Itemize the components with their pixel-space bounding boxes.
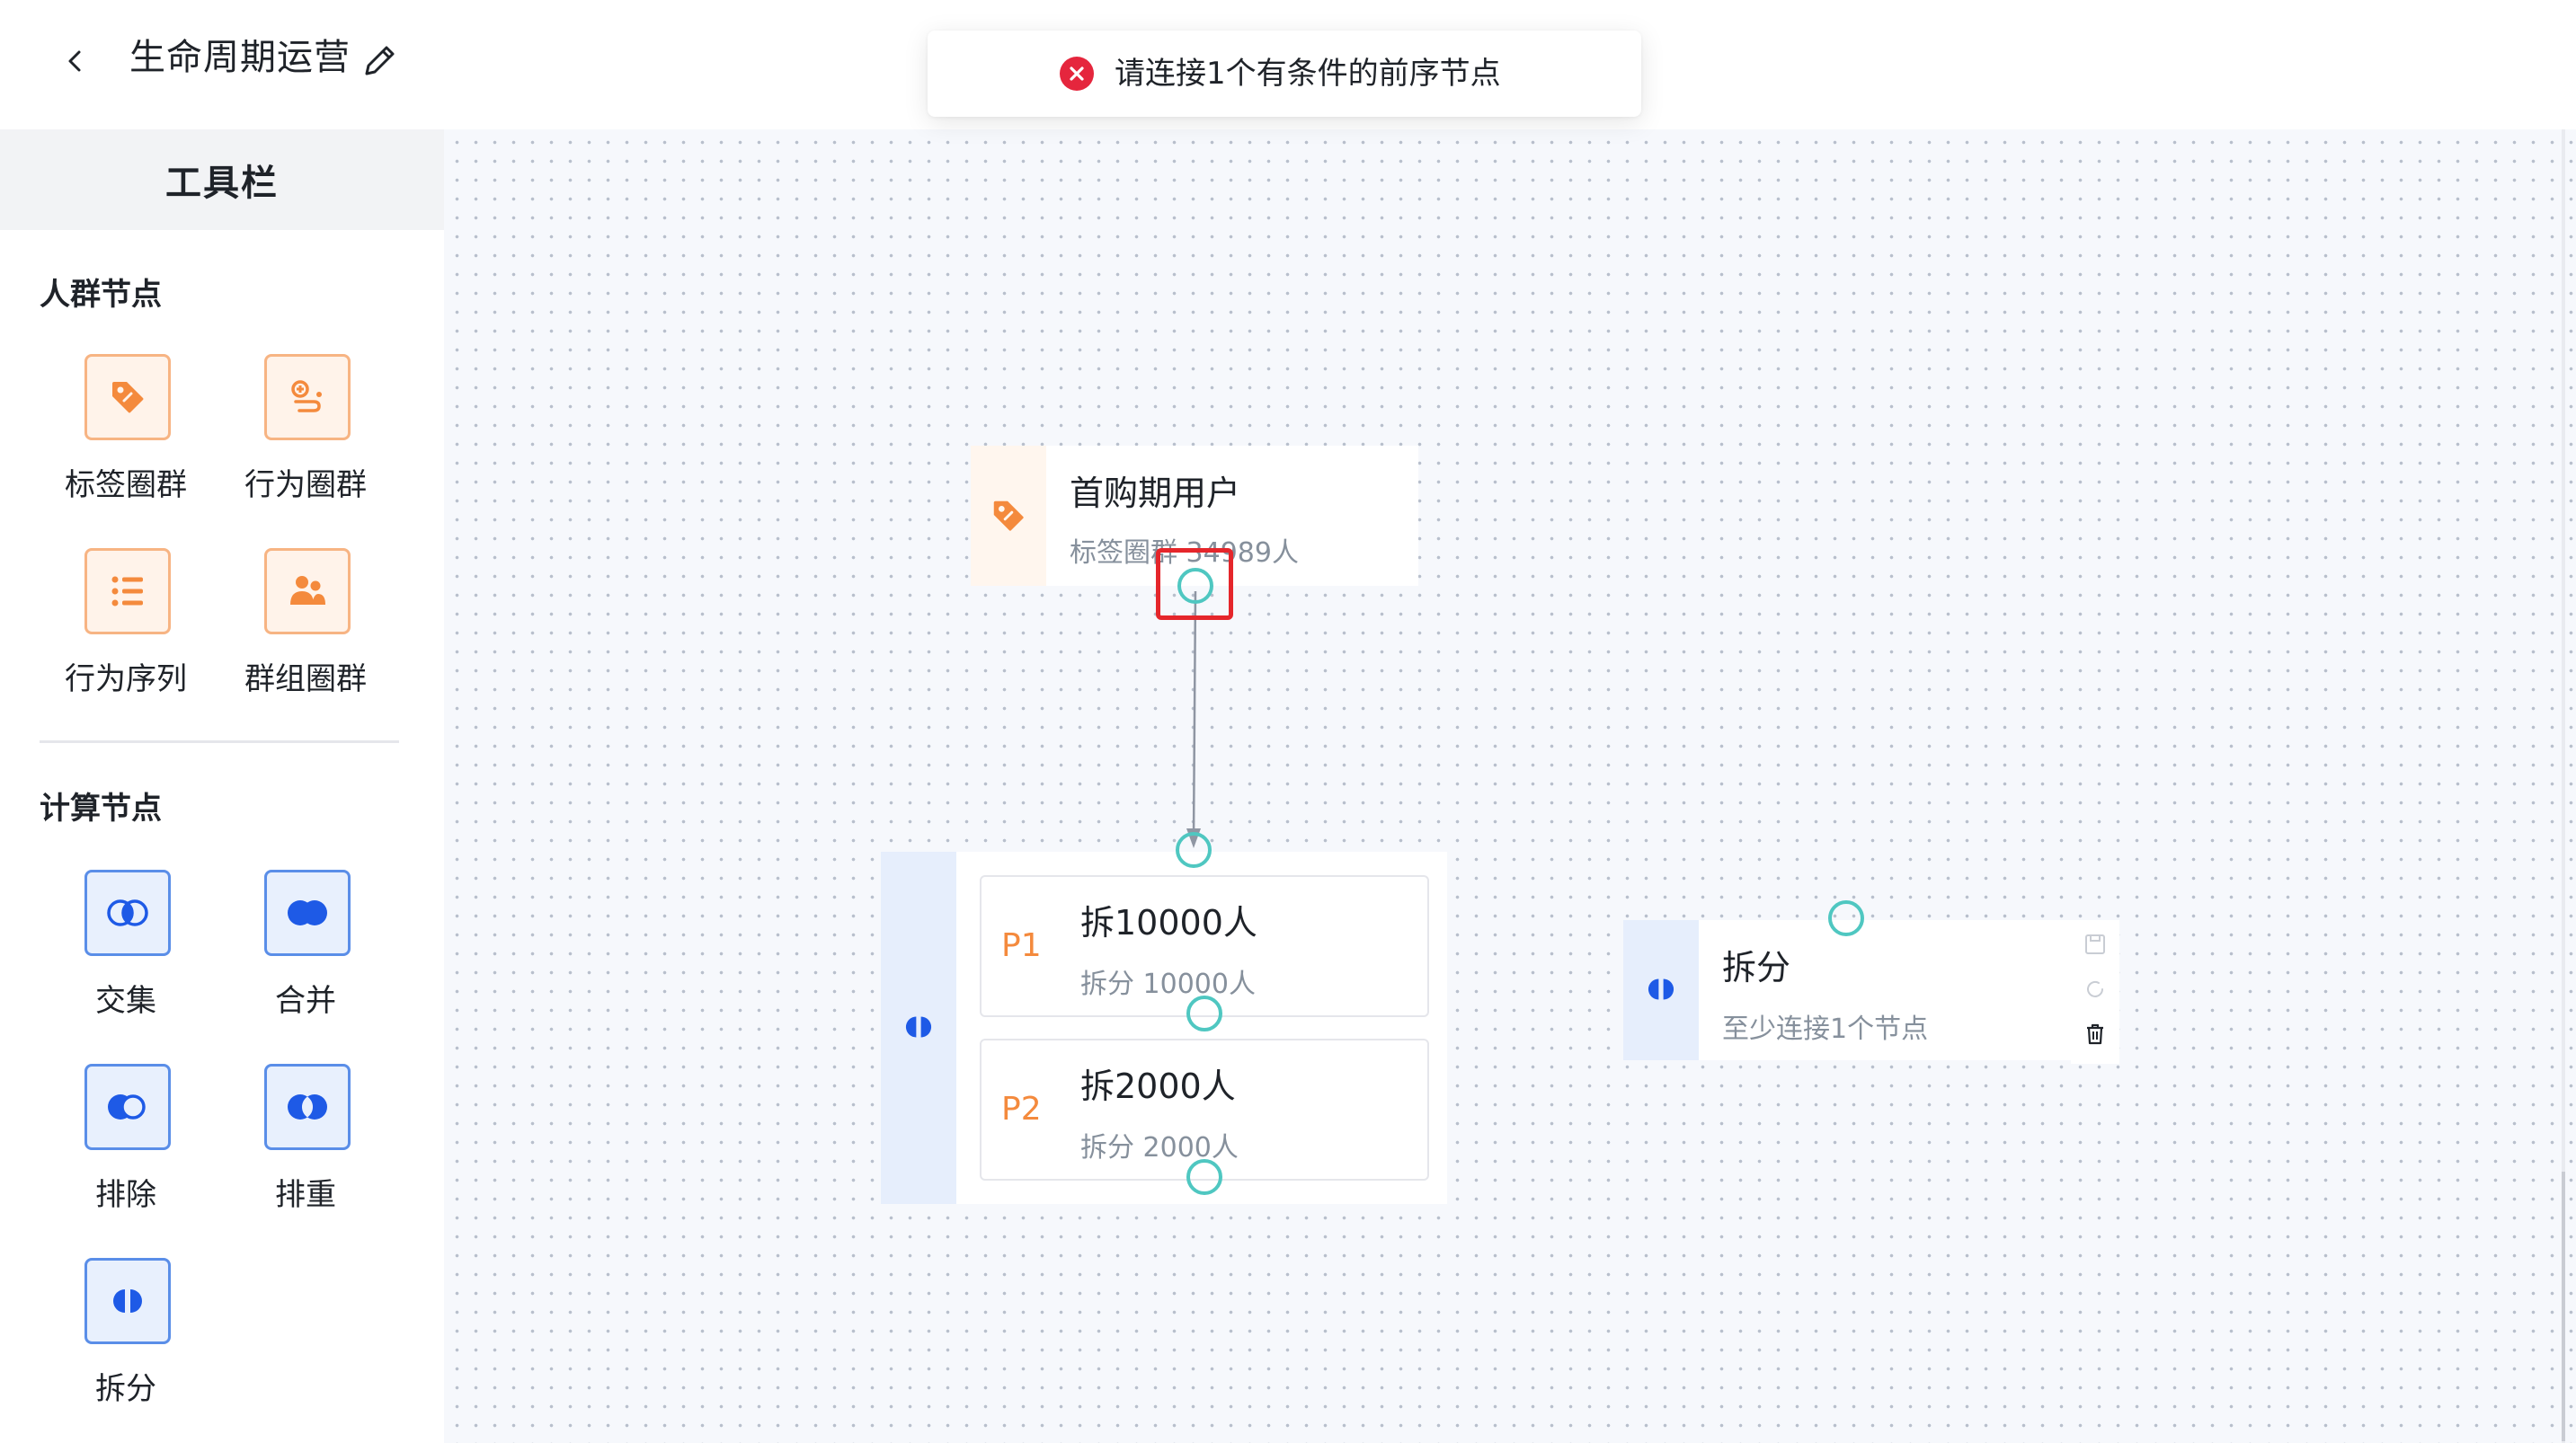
- tool-icon-box: [84, 1064, 171, 1150]
- split-node[interactable]: P1 拆10000人 拆分 10000人 P2 拆2000人 拆分 2000人: [881, 852, 1447, 1204]
- port-highlight-box: [1156, 548, 1233, 620]
- dedupe-icon: [288, 1094, 327, 1120]
- new-split-input-port[interactable]: [1828, 900, 1864, 936]
- tool-label: 交集: [95, 983, 156, 1019]
- split-input-port[interactable]: [1176, 832, 1212, 868]
- tool-behavior-audience[interactable]: 行为圈群: [225, 354, 386, 534]
- behavior-icon: [291, 380, 322, 412]
- toolbar-panel: 工具栏 人群节点 标签圈群 行为圈群 行为序列 群组圈群 计算节点 交集 合并 …: [0, 129, 444, 1443]
- branch-p1-output-port[interactable]: [1186, 996, 1222, 1031]
- group-icon: [290, 576, 325, 605]
- tool-icon-box: [264, 548, 351, 634]
- page-title: 生命周期运营: [129, 37, 351, 78]
- section-divider: [40, 740, 399, 743]
- tool-union[interactable]: 合并: [225, 870, 386, 1049]
- split-icon: [113, 1289, 142, 1313]
- tag-icon: [112, 382, 144, 413]
- save-icon[interactable]: [2083, 933, 2107, 956]
- delete-icon[interactable]: [2083, 1022, 2107, 1046]
- back-button[interactable]: [54, 40, 97, 83]
- union-icon: [288, 900, 327, 925]
- tool-icon-box: [264, 1064, 351, 1150]
- node-icon-bar: [1623, 920, 1699, 1060]
- compute-section-title: 计算节点: [40, 791, 162, 827]
- branch-tag: P1: [1001, 927, 1042, 964]
- tool-group-audience[interactable]: 群组圈群: [225, 548, 386, 728]
- tool-icon-box: [84, 870, 171, 956]
- branch-title: 拆10000人: [1080, 903, 1257, 943]
- node-icon-bar: [971, 446, 1046, 586]
- node-icon-bar: [881, 852, 956, 1204]
- toolbar-title: 工具栏: [165, 163, 279, 204]
- tool-label: 排重: [275, 1177, 336, 1213]
- tool-split[interactable]: 拆分: [45, 1258, 207, 1438]
- toast-message: 请连接1个有条件的前序节点: [1115, 56, 1501, 92]
- exclude-icon: [108, 1094, 146, 1120]
- list-icon: [111, 576, 143, 606]
- edit-title-button[interactable]: [360, 40, 403, 83]
- branch-title: 拆2000人: [1080, 1067, 1236, 1106]
- tool-label: 行为序列: [65, 661, 187, 697]
- node-title: 拆分: [1722, 948, 1791, 987]
- tool-label: 标签圈群: [65, 467, 187, 503]
- tool-intersect[interactable]: 交集: [45, 870, 207, 1049]
- tool-icon-box: [84, 1258, 171, 1344]
- tool-icon-box: [264, 870, 351, 956]
- tool-label: 群组圈群: [244, 661, 367, 697]
- split-icon: [1648, 978, 1674, 1000]
- tool-dedupe[interactable]: 排重: [225, 1064, 386, 1244]
- node-subtitle: 至少连接1个节点: [1722, 1014, 1929, 1045]
- refresh-icon[interactable]: [2083, 978, 2107, 1001]
- tool-label: 合并: [275, 983, 336, 1019]
- branch-p2-output-port[interactable]: [1186, 1159, 1222, 1195]
- tool-icon-box: [264, 354, 351, 440]
- tool-label: 拆分: [95, 1371, 156, 1407]
- tool-behavior-sequence[interactable]: 行为序列: [45, 548, 207, 728]
- tag-icon: [993, 500, 1024, 531]
- node-action-bar: [2071, 920, 2119, 1064]
- tool-exclude[interactable]: 排除: [45, 1064, 207, 1244]
- branch-tag: P2: [1001, 1091, 1042, 1128]
- pencil-icon: [365, 46, 395, 75]
- intersect-icon: [107, 899, 148, 926]
- node-title: 首购期用户: [1070, 474, 1241, 513]
- error-circle-icon: [1060, 57, 1094, 91]
- canvas-scrollbar-thumb[interactable]: [2562, 1172, 2565, 1441]
- new-split-node[interactable]: 拆分 至少连接1个节点: [1623, 920, 2071, 1060]
- split-icon: [905, 1016, 932, 1038]
- tool-icon-box: [84, 354, 171, 440]
- tool-label: 行为圈群: [244, 467, 367, 503]
- flow-canvas[interactable]: 首购期用户 标签圈群 34989人 P1 拆10000人 拆分 10000人 P…: [444, 129, 2576, 1443]
- branch-subtitle: 拆分 10000人: [1080, 969, 1256, 1000]
- error-toast: 请连接1个有条件的前序节点: [928, 31, 1641, 117]
- connection-edge[interactable]: [444, 129, 2576, 1443]
- tool-icon-box: [84, 548, 171, 634]
- branch-subtitle: 拆分 2000人: [1080, 1132, 1239, 1164]
- tool-tag-audience[interactable]: 标签圈群: [45, 354, 207, 534]
- tool-label: 排除: [95, 1177, 156, 1213]
- toolbar-header: 工具栏: [0, 129, 444, 230]
- audience-section-title: 人群节点: [40, 277, 162, 313]
- chevron-left-icon: [68, 50, 81, 72]
